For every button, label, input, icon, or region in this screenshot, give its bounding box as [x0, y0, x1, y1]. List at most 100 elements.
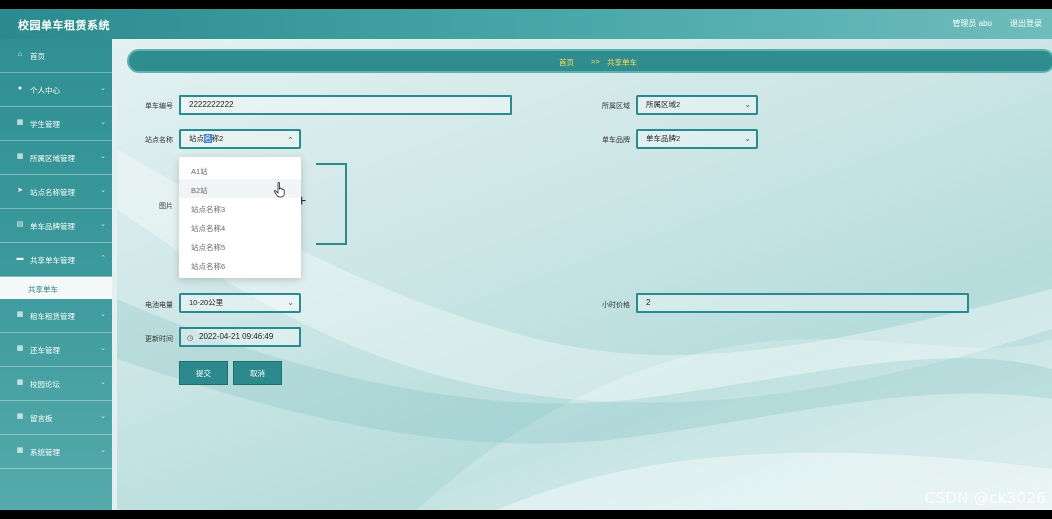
breadcrumb-current: 共享单车: [607, 58, 637, 67]
send-icon: ➤: [17, 187, 23, 194]
grid-icon: ▦: [16, 153, 24, 160]
sidebar-item-label: 校园论坛: [30, 380, 60, 389]
chevron-down-icon: ⌄: [744, 134, 751, 143]
sidebar-item-returns[interactable]: ▦ 还车管理 ⌄: [0, 333, 112, 367]
chevron-down-icon: ⌄: [100, 85, 106, 92]
price-input[interactable]: 2: [636, 293, 969, 313]
submenu-item-label: 共享单车: [28, 285, 58, 294]
bike-no-label: 单车编号: [145, 103, 173, 110]
update-time-value: 2022-04-21 09:46:49: [199, 332, 274, 341]
chevron-down-icon: ⌄: [100, 221, 106, 228]
chevron-down-icon: ⌄: [100, 379, 106, 386]
dropdown-option[interactable]: 站点名称5: [179, 236, 301, 255]
breadcrumb-home-link[interactable]: 首页: [559, 57, 574, 68]
battery-label: 电池电量: [145, 302, 173, 309]
chevron-down-icon: ⌄: [100, 345, 106, 352]
update-time-input[interactable]: ◷ 2022-04-21 09:46:49: [179, 327, 301, 347]
battery-select[interactable]: 10-20公里 ⌄: [179, 293, 301, 313]
chevron-up-icon: ⌃: [100, 255, 106, 262]
dropdown-option-label: 站点名称6: [191, 262, 226, 271]
brand-select-value: 单车品牌2: [646, 134, 681, 143]
chevron-down-icon: ⌄: [744, 100, 751, 109]
grid-icon: ▦: [16, 345, 24, 352]
sidebar-item-label: 站点名称管理: [30, 188, 75, 197]
watermark: CSDN @ck3026: [924, 489, 1046, 507]
sidebar-item-system[interactable]: ▦ 系统管理 ⌄: [0, 435, 112, 469]
dropdown-option[interactable]: 站点名称3: [179, 198, 301, 217]
sidebar-item-home[interactable]: ⌂ 首页: [0, 39, 112, 73]
grid-icon: ▦: [16, 379, 24, 386]
card-icon: ▬: [16, 255, 24, 262]
bike-no-input[interactable]: 2222222222: [179, 95, 512, 115]
station-select-value-selection: 名: [204, 134, 212, 143]
logout-link[interactable]: 退出登录: [1010, 18, 1042, 29]
sidebar-item-brands[interactable]: ▤ 单车品牌管理 ⌄: [0, 209, 112, 243]
price-label: 小时价格: [602, 302, 630, 309]
chevron-down-icon: ⌄: [100, 311, 106, 318]
user-icon: ●: [17, 85, 23, 92]
sidebar-item-messages[interactable]: ▦ 留言板 ⌄: [0, 401, 112, 435]
sidebar-item-label: 个人中心: [30, 86, 60, 95]
sidebar-item-stations[interactable]: ➤ 站点名称管理 ⌄: [0, 175, 112, 209]
hand-cursor-icon: [273, 182, 285, 198]
dropdown-option-label: 站点名称3: [191, 205, 226, 214]
top-header: 校园单车租赁系统 管理员 abo 退出登录: [0, 9, 1052, 39]
submenu-item-shared-bike[interactable]: 共享单车: [0, 277, 112, 299]
sidebar-item-label: 留言板: [30, 414, 53, 423]
sidebar-item-label: 首页: [30, 52, 45, 61]
home-icon: ⌂: [17, 51, 23, 58]
chevron-down-icon: ⌄: [100, 119, 106, 126]
clipboard-icon: ▤: [16, 221, 24, 228]
sidebar-item-shared-bikes[interactable]: ▬ 共享单车管理 ⌃: [0, 243, 112, 277]
chevron-up-icon: ⌄: [287, 135, 294, 144]
sidebar-item-label: 共享单车管理: [30, 256, 75, 265]
grid-icon: ▦: [16, 413, 24, 420]
update-time-label: 更新时间: [145, 336, 173, 343]
sidebar-item-label: 租车租赁管理: [30, 312, 75, 321]
sidebar-item-forum[interactable]: ▦ 校园论坛 ⌄: [0, 367, 112, 401]
chevron-down-icon: ⌄: [100, 447, 106, 454]
image-upload-area[interactable]: [316, 163, 347, 245]
submit-button[interactable]: 提交: [179, 361, 228, 385]
area-select-value: 所属区域2: [646, 100, 681, 109]
chevron-down-icon: ⌄: [287, 298, 294, 307]
area-label: 所属区域: [602, 103, 630, 110]
dropdown-option-label: 站点名称4: [191, 224, 226, 233]
sidebar-item-label: 所属区域管理: [30, 154, 75, 163]
app-title: 校园单车租赁系统: [18, 20, 110, 32]
brand-label: 单车品牌: [602, 137, 630, 144]
chevron-down-icon: ⌄: [100, 413, 106, 420]
sidebar-item-label: 系统管理: [30, 448, 60, 457]
sidebar-item-profile[interactable]: ● 个人中心 ⌄: [0, 73, 112, 107]
current-user-label: 管理员 abo: [952, 19, 992, 28]
brand-select[interactable]: 单车品牌2 ⌄: [636, 129, 758, 149]
dropdown-option-label: 站点名称5: [191, 243, 226, 252]
area-select[interactable]: 所属区域2 ⌄: [636, 95, 758, 115]
sidebar-item-rentals[interactable]: ▦ 租车租赁管理 ⌄: [0, 299, 112, 333]
main-content: 首页 >> 共享单车 单车编号 2222222222 所属区域 所属区域2 ⌄ …: [117, 39, 1052, 510]
battery-select-value: 10-20公里: [189, 298, 224, 307]
station-dropdown-menu: A1站 B2站 站点名称3 站点名称4 站点名称5 站点名称6: [179, 157, 301, 278]
grid-icon: ▦: [16, 311, 24, 318]
chevron-down-icon: ⌄: [100, 187, 106, 194]
sidebar-item-label: 还车管理: [30, 346, 60, 355]
image-label: 图片: [159, 203, 173, 210]
clock-icon: ◷: [187, 335, 194, 342]
sidebar-item-label: 学生管理: [30, 120, 60, 129]
dropdown-option-label: A1站: [191, 167, 208, 176]
breadcrumb-separator: >>: [591, 57, 600, 66]
station-select-value-part: 站点: [189, 134, 204, 143]
station-label: 站点名称: [145, 137, 173, 144]
sidebar-item-areas[interactable]: ▦ 所属区域管理 ⌄: [0, 141, 112, 175]
dropdown-option[interactable]: 站点名称4: [179, 217, 301, 236]
grid-icon: ▦: [16, 119, 24, 126]
grid-icon: ▦: [16, 447, 24, 454]
station-select[interactable]: 站点名称2 ⌄: [179, 129, 301, 149]
dropdown-option[interactable]: A1站: [179, 160, 301, 179]
app-frame: 校园单车租赁系统 管理员 abo 退出登录 ⌂ 首页 ● 个人中心 ⌄ ▦ 学生…: [0, 9, 1052, 510]
chevron-down-icon: ⌄: [100, 153, 106, 160]
cancel-button[interactable]: 取消: [233, 361, 282, 385]
dropdown-option[interactable]: 站点名称6: [179, 255, 301, 274]
breadcrumb: 首页 >> 共享单车: [127, 49, 1052, 73]
sidebar-item-students[interactable]: ▦ 学生管理 ⌄: [0, 107, 112, 141]
